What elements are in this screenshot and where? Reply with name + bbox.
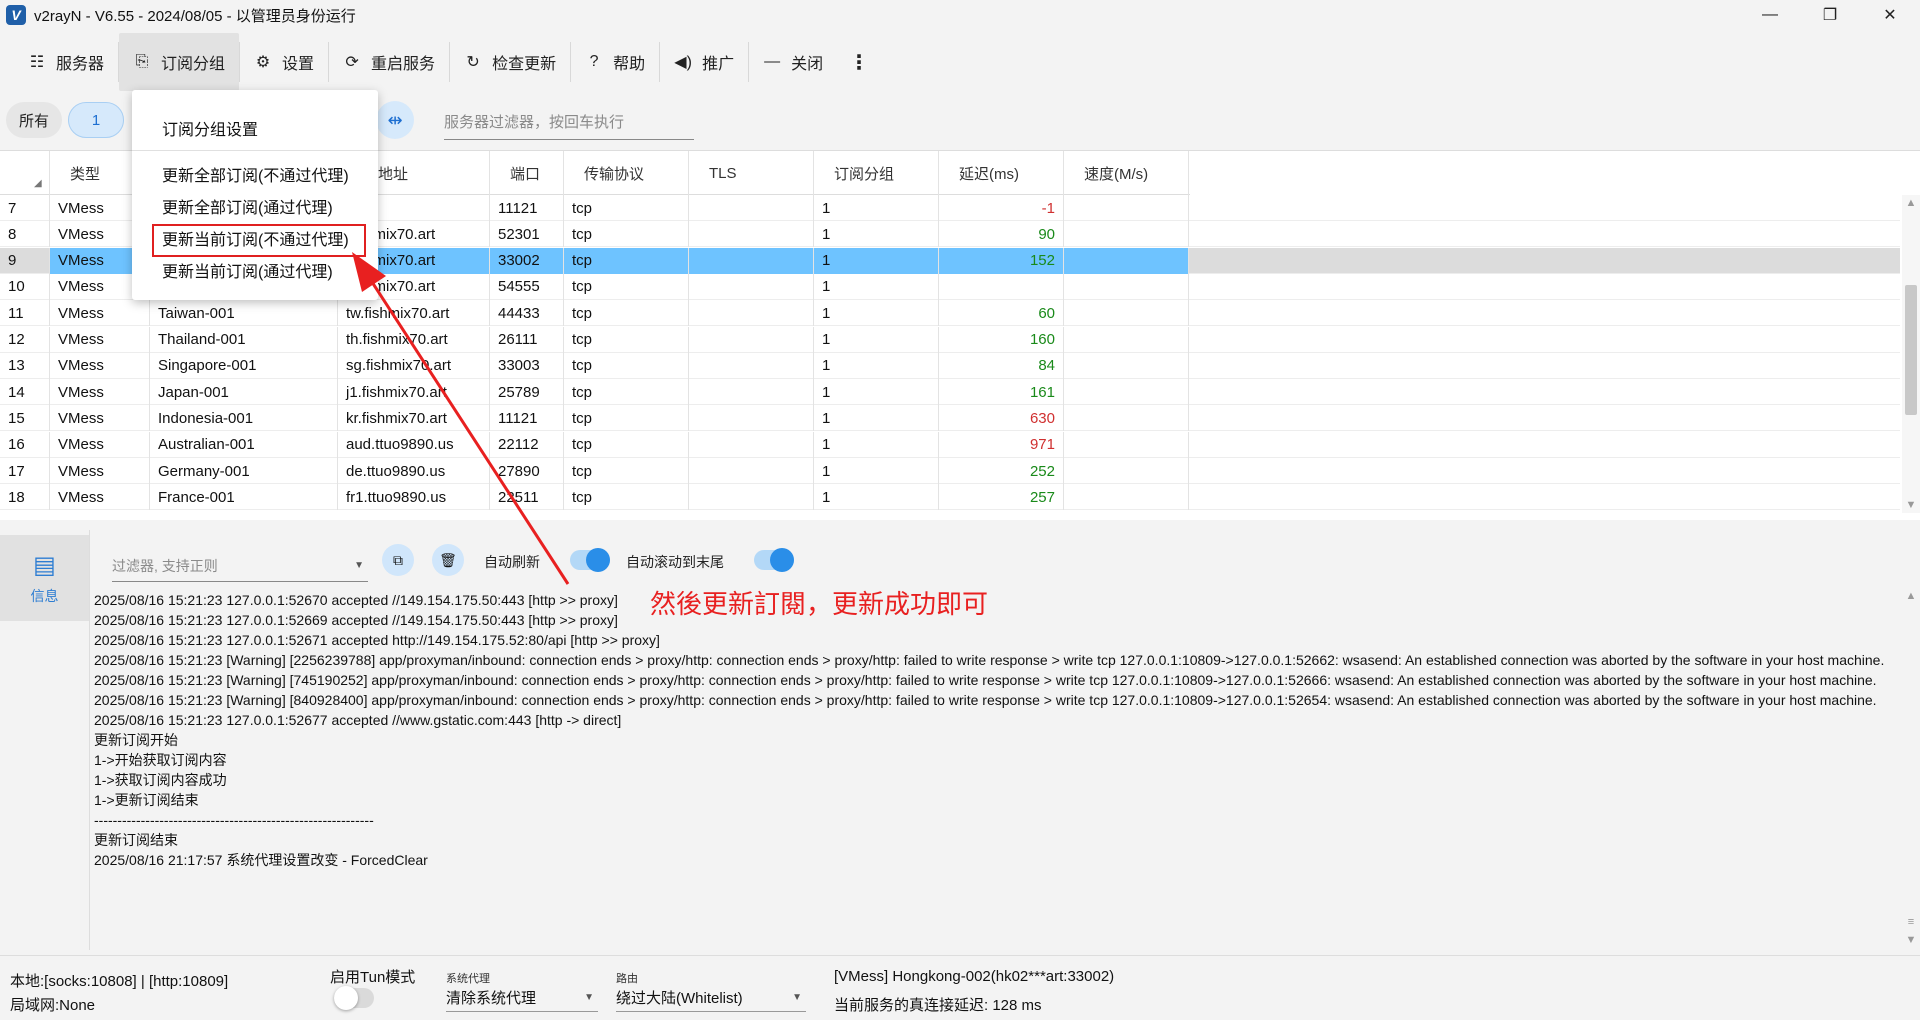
annotation-text: 然後更新訂閱，更新成功即可 xyxy=(650,589,989,619)
annotation-arrow-icon xyxy=(352,252,570,585)
